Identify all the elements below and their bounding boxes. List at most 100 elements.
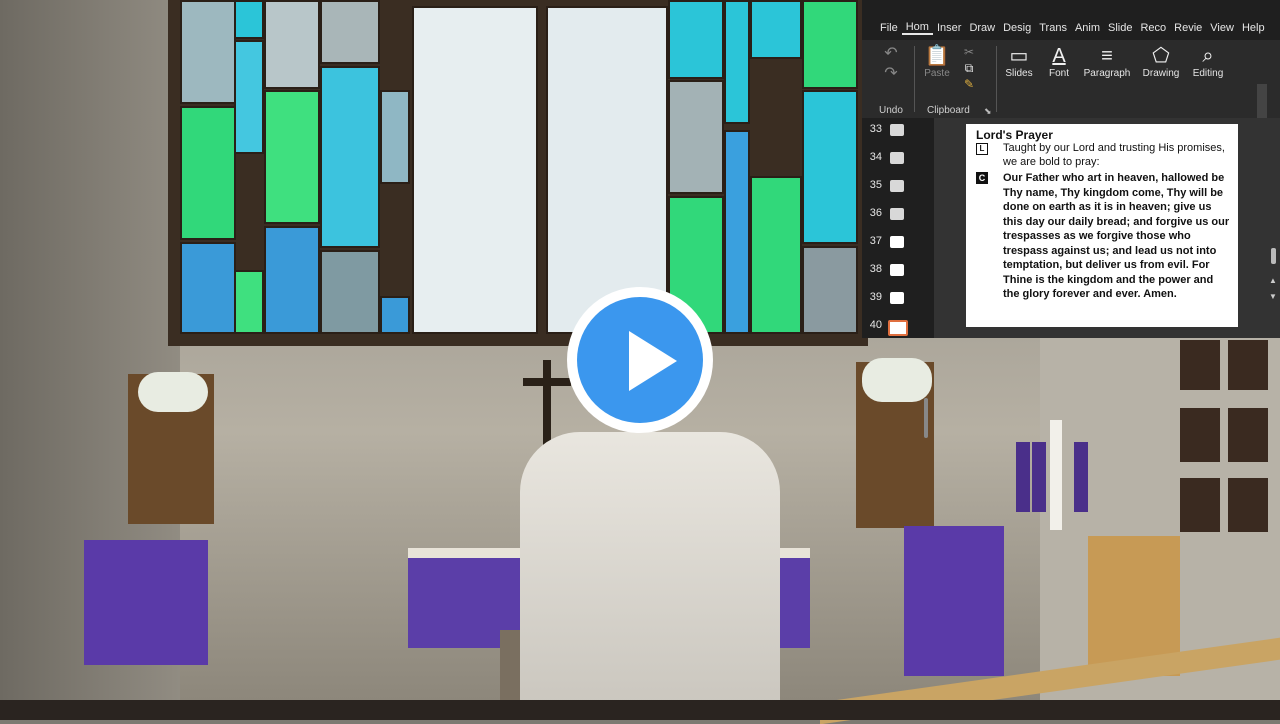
powerpoint-window: File Hom Inser Draw Desig Trans Anim Sli… (862, 0, 1280, 438)
tab-review[interactable]: Revie (1170, 22, 1206, 34)
ribbon-tabs: File Hom Inser Draw Desig Trans Anim Sli… (862, 16, 1280, 40)
play-button-circle (577, 297, 703, 423)
tab-insert[interactable]: Inser (933, 22, 965, 34)
slide-title: Lord's Prayer (976, 128, 1053, 142)
pulpit-parament (84, 540, 208, 665)
clipboard-group-label: Clipboard (927, 105, 970, 116)
paragraph-label: Paragraph (1083, 68, 1131, 79)
search-icon: ⌕ (1202, 45, 1214, 67)
wall-plaque (1228, 478, 1268, 532)
editing-button[interactable]: ⌕ Editing (1188, 44, 1228, 79)
slide-thumbnail[interactable]: 33 (864, 120, 924, 140)
font-button[interactable]: A Font (1042, 44, 1076, 79)
pastor-figure (520, 432, 780, 720)
wall-plaque (1228, 340, 1268, 390)
slide-thumbnail-image (890, 124, 904, 136)
redo-icon[interactable]: ↷ (876, 64, 906, 84)
slide-thumbnail-panel: 33 34 35 36 37 38 39 40 (862, 118, 934, 438)
tab-draw[interactable]: Draw (965, 22, 999, 34)
tab-file[interactable]: File (876, 22, 902, 34)
slide-thumbnail-selected[interactable]: 40 (864, 316, 924, 336)
tab-view[interactable]: View (1206, 22, 1238, 34)
editing-label: Editing (1192, 68, 1224, 79)
tab-record[interactable]: Reco (1136, 22, 1170, 34)
slide-thumbnail[interactable]: 36 (864, 204, 924, 224)
slide-thumbnail[interactable]: 38 (864, 260, 924, 280)
format-painter-icon[interactable]: ✎ (956, 76, 982, 92)
slide-thumbnail-image (890, 208, 904, 220)
play-button[interactable] (567, 287, 713, 433)
slide-thumbnail-image (890, 152, 904, 164)
congregation-text: Our Father who art in heaven, hallowed b… (1003, 172, 1230, 300)
wall-plaque (1180, 408, 1220, 462)
flowers-left (138, 372, 208, 412)
slide-thumbnail[interactable]: 37 (864, 232, 924, 252)
slides-label: Slides (1005, 68, 1033, 79)
paragraph-button[interactable]: ≡ Paragraph (1082, 44, 1132, 79)
advent-candle (1032, 442, 1046, 512)
tab-transitions[interactable]: Trans (1035, 22, 1071, 34)
wall-plaque (1180, 478, 1220, 532)
slide-number: 36 (869, 207, 882, 219)
slide-canvas[interactable]: Lord's Prayer L Taught by our Lord and t… (966, 124, 1238, 327)
scroll-up-icon[interactable]: ▲ (1269, 276, 1277, 285)
slide-thumbnail-image (890, 236, 904, 248)
slide-thumbnail-image (890, 180, 904, 192)
slide-thumbnail[interactable]: 34 (864, 148, 924, 168)
slide-number: 38 (869, 263, 882, 275)
drawing-icon: ⬠ (1152, 45, 1170, 67)
font-label: Font (1048, 68, 1069, 79)
undo-icon[interactable]: ↶ (876, 44, 906, 64)
paste-button[interactable]: 📋 Paste (920, 44, 954, 79)
slide-thumbnail[interactable]: 35 (864, 176, 924, 196)
paste-icon: 📋 (924, 45, 950, 67)
copy-icon[interactable]: ⧉ (956, 60, 982, 76)
scroll-down-icon[interactable]: ▼ (1269, 292, 1277, 301)
font-icon: A (1052, 45, 1066, 67)
wall-plaque (1180, 340, 1220, 390)
leader-text: Taught by our Lord and trusting His prom… (1003, 142, 1225, 168)
drawing-button[interactable]: ⬠ Drawing (1138, 44, 1184, 79)
slide-editor: Lord's Prayer L Taught by our Lord and t… (934, 118, 1280, 338)
undo-group-label: Undo (879, 105, 903, 116)
slide-scrollbar[interactable]: ▲ ▼ (1268, 130, 1278, 320)
cut-icon[interactable]: ✂ (956, 44, 982, 60)
paragraph-icon: ≡ (1101, 45, 1113, 67)
slide-thumbnail[interactable]: 39 (864, 288, 924, 308)
christ-candle (1050, 420, 1062, 530)
play-icon (629, 331, 677, 391)
pews-foreground (0, 700, 1280, 720)
slide-number: 37 (869, 235, 882, 247)
clipboard-tools: ✂ ⧉ ✎ (956, 44, 982, 92)
slide-thumbnail-image (890, 264, 904, 276)
slide-thumbnail-image (888, 320, 908, 336)
wall-plaque (1228, 408, 1268, 462)
tab-design[interactable]: Desig (999, 22, 1035, 34)
stained-glass-window (168, 0, 868, 346)
slide-number: 33 (869, 123, 882, 135)
slides-button[interactable]: ▭ Slides (1000, 44, 1038, 79)
slide-thumbnail-image (890, 292, 904, 304)
advent-candle (1016, 442, 1030, 512)
tab-slide-show[interactable]: Slide (1104, 22, 1136, 34)
ribbon-separator (996, 46, 997, 112)
flowers-right (862, 358, 932, 402)
thumbnail-scrollbar[interactable] (924, 398, 928, 438)
undo-group: ↶ ↷ (876, 44, 906, 84)
slide-number: 34 (869, 151, 882, 163)
scrollbar-thumb[interactable] (1271, 248, 1276, 264)
slides-icon: ▭ (1009, 45, 1029, 67)
clipboard-launcher-icon[interactable]: ⬊ (984, 106, 992, 117)
advent-candle (1074, 442, 1088, 512)
paste-label: Paste (924, 68, 950, 79)
ribbon-separator (914, 46, 915, 112)
slide-number: 40 (869, 319, 882, 331)
ribbon: ↶ ↷ Undo 📋 Paste ✂ ⧉ ✎ Clipboard ⬊ ▭ Sli… (862, 40, 1280, 158)
slide-number: 39 (869, 291, 882, 303)
tab-home[interactable]: Hom (901, 21, 933, 35)
tab-help[interactable]: Help (1238, 22, 1269, 34)
tab-animations[interactable]: Anim (1071, 22, 1104, 34)
slide-number: 35 (869, 179, 882, 191)
lectern-parament (904, 526, 1004, 676)
crucifix-beam (523, 378, 571, 386)
